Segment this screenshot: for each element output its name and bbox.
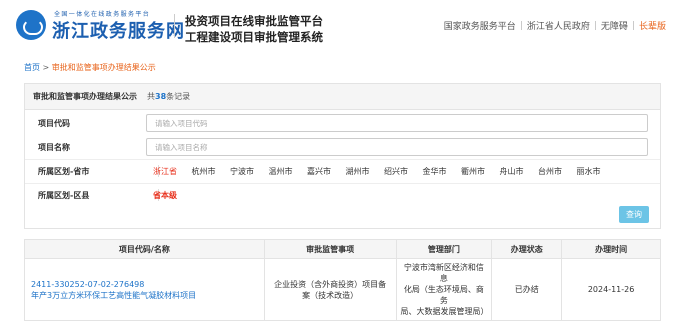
city-item-jiaxing[interactable]: 嘉兴市: [307, 166, 331, 177]
nav-separator: |: [593, 20, 597, 31]
nav-national-platform[interactable]: 国家政务服务平台: [444, 19, 516, 32]
project-code-label: 项目代码: [38, 118, 70, 128]
city-item-quzhou[interactable]: 衢州市: [461, 166, 485, 177]
row-project-name: 项目名称: [25, 135, 660, 159]
city-item-ningbo[interactable]: 宁波市: [230, 166, 254, 177]
city-list: 浙江省 杭州市 宁波市 温州市 嘉兴市 湖州市 绍兴市 金华市 衢州市 舟山市 …: [153, 166, 615, 177]
record-count: 共38条记录: [147, 92, 191, 101]
city-item-taizhou[interactable]: 台州市: [538, 166, 562, 177]
project-code-link[interactable]: 2411-330252-07-02-276498: [31, 279, 264, 290]
city-item-zhejiang[interactable]: 浙江省: [153, 166, 177, 177]
record-count-value: 38: [155, 92, 167, 101]
cell-status: 已办结: [491, 258, 563, 321]
header-time: 办理时间: [561, 239, 661, 259]
row-project-code: 项目代码: [25, 111, 660, 135]
city-item-wenzhou[interactable]: 温州市: [269, 166, 293, 177]
district-item-provincial[interactable]: 省本级: [153, 190, 177, 201]
region-district-label: 所属区划-区县: [38, 190, 90, 200]
cell-time: 2024-11-26: [561, 258, 661, 321]
platform-title-1: 投资项目在线审批监管平台: [185, 14, 323, 28]
cell-department: 宁波市湾新区经济和信息 化局（生态环境局、商务 局、大数据发展管理局）: [395, 258, 493, 321]
breadcrumb-separator: >: [42, 63, 50, 72]
header-department: 管理部门: [395, 239, 493, 259]
city-item-zhoushan[interactable]: 舟山市: [500, 166, 524, 177]
row-region-city: 所属区划-省市 浙江省 杭州市 宁波市 温州市 嘉兴市 湖州市 绍兴市 金华市 …: [25, 159, 660, 183]
breadcrumb-home[interactable]: 首页: [24, 63, 40, 72]
city-item-jinhua[interactable]: 金华市: [423, 166, 447, 177]
results-table: 项目代码/名称 审批监管事项 管理部门 办理状态 办理时间 2411-33025…: [24, 239, 661, 321]
project-name-input[interactable]: [146, 138, 648, 156]
logo-title[interactable]: 浙江政务服务网: [52, 17, 185, 43]
header-approval-item: 审批监管事项: [263, 239, 397, 259]
city-item-huzhou[interactable]: 湖州市: [346, 166, 370, 177]
cell-code-name: 2411-330252-07-02-276498 年产3万立方米环保工艺高性能气…: [24, 258, 265, 321]
nav-accessibility[interactable]: 无障碍: [601, 19, 628, 32]
nav-separator: |: [519, 20, 523, 31]
nav-separator: |: [631, 20, 635, 31]
header-code-name: 项目代码/名称: [24, 239, 265, 259]
platform-title-2: 工程建设项目审批管理系统: [185, 30, 323, 44]
nav-provincial-government[interactable]: 浙江省人民政府: [527, 19, 590, 32]
project-code-input[interactable]: [146, 114, 648, 132]
search-panel: 审批和监管事项办理结果公示 共38条记录 项目代码 项目名称 所属区划-省市 浙…: [24, 83, 661, 229]
query-button[interactable]: 查询: [619, 206, 649, 223]
breadcrumb-current: 审批和监管事项办理结果公示: [51, 63, 156, 72]
city-item-lishui[interactable]: 丽水市: [577, 166, 601, 177]
table-row: 2411-330252-07-02-276498 年产3万立方米环保工艺高性能气…: [24, 258, 661, 321]
header-status: 办理状态: [491, 239, 563, 259]
row-region-district: 所属区划-区县 省本级: [25, 183, 660, 207]
panel-header: 审批和监管事项办理结果公示 共38条记录: [25, 84, 660, 110]
project-name-link[interactable]: 年产3万立方米环保工艺高性能气凝胶材料项目: [31, 290, 264, 301]
site-header: 全国一体化在线政务服务平台 浙江政务服务网 投资项目在线审批监管平台 工程建设项…: [0, 0, 682, 52]
breadcrumb: 首页 > 审批和监管事项办理结果公示: [24, 62, 156, 73]
city-item-hangzhou[interactable]: 杭州市: [192, 166, 216, 177]
region-city-label: 所属区划-省市: [38, 166, 90, 176]
city-item-shaoxing[interactable]: 绍兴市: [384, 166, 408, 177]
table-header-row: 项目代码/名称 审批监管事项 管理部门 办理状态 办理时间: [24, 239, 661, 259]
top-nav: 国家政务服务平台 | 浙江省人民政府 | 无障碍 | 长辈版: [444, 19, 666, 33]
nav-elder-version[interactable]: 长辈版: [639, 19, 666, 32]
header-divider: [174, 14, 175, 38]
panel-title: 审批和监管事项办理结果公示: [33, 92, 137, 101]
cell-approval-item: 企业投资（含外商投资）项目备 案（技术改造）: [263, 258, 397, 321]
project-name-label: 项目名称: [38, 142, 70, 152]
zhejiang-emblem-icon[interactable]: [16, 10, 46, 40]
